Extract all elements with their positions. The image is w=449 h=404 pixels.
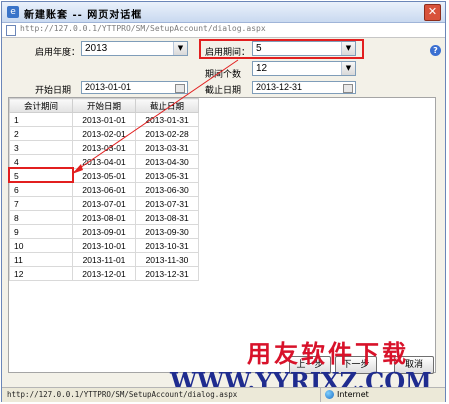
status-bar: http://127.0.0.1/YTTPRO/SM/SetupAccount/…: [2, 387, 445, 402]
security-zone: Internet: [320, 388, 445, 402]
zone-label: Internet: [337, 390, 369, 399]
watermark-cn: 用友软件下载: [247, 340, 409, 368]
status-url: http://127.0.0.1/YTTPRO/SM/SetupAccount/…: [7, 390, 238, 399]
arrow-line: [73, 59, 239, 173]
arrow-head: [72, 164, 83, 174]
dialog-window: e 新建账套 -- 网页对话框 ✕ http://127.0.0.1/YTTPR…: [1, 1, 446, 402]
globe-icon: [325, 390, 334, 399]
